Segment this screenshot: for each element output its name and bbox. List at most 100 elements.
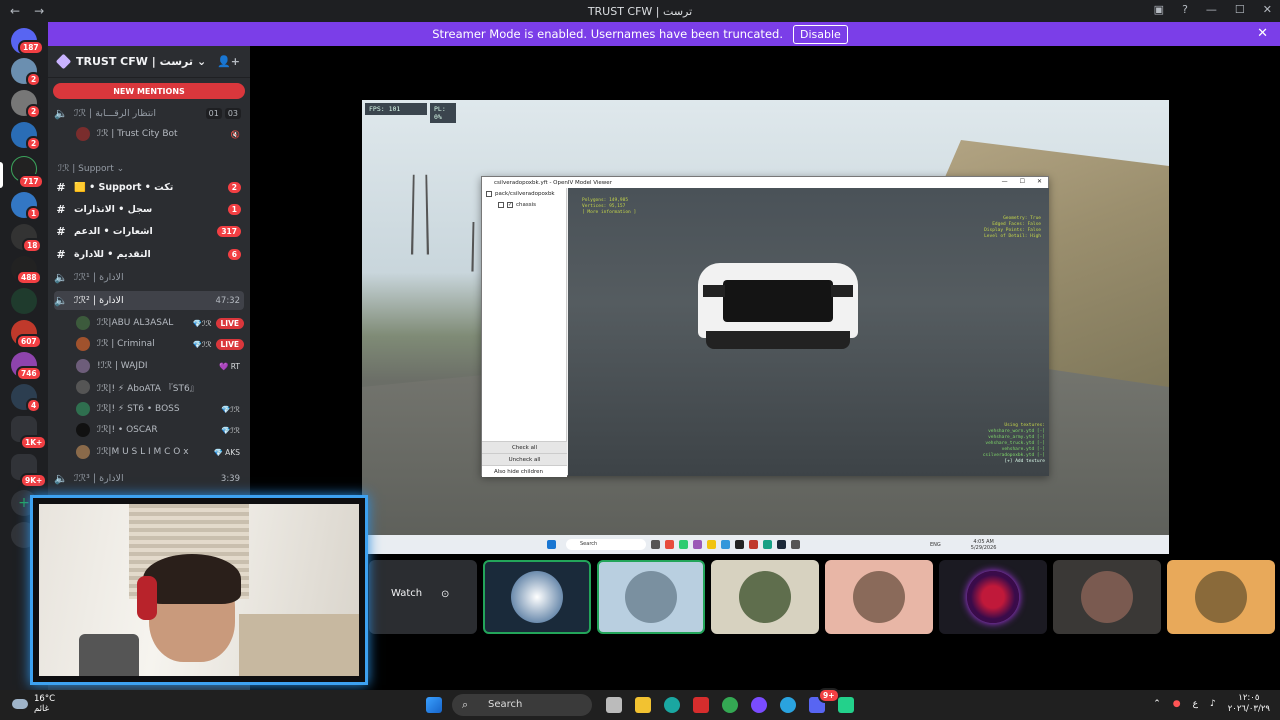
screen-share-icon[interactable]: ⊙ [441, 589, 449, 600]
channel-name: 🟨 • Support • تكت [74, 182, 174, 193]
option-line[interactable]: Level of Detail: High [984, 234, 1041, 240]
server-header[interactable]: TRUST CFW | ترست ⌄ 👤+ [48, 46, 250, 78]
app-icon[interactable] [693, 697, 709, 713]
microphone-icon[interactable]: ● [1173, 699, 1181, 709]
voice-member[interactable]: ℐℛ|! ⚡ AboATA 『ST6』 [76, 378, 244, 396]
avatar [76, 445, 90, 459]
user-count: 01 [205, 108, 222, 119]
more-info-link[interactable]: [ More information ] [582, 210, 636, 216]
channel-warnings[interactable]: # سجل • الانذارات 1 [54, 200, 244, 219]
edge-icon[interactable] [664, 697, 680, 713]
banner-close-icon[interactable]: ✕ [1257, 26, 1268, 41]
add-texture-link[interactable]: [+] Add texture [983, 459, 1045, 465]
forward-button[interactable]: → [34, 4, 44, 18]
category-support[interactable]: ℐℛ | Support ⌄ [58, 164, 124, 174]
viewport-3d[interactable]: Polygons: 149,985 Vertices: 95,157 [ Mor… [568, 188, 1049, 476]
uncheck-all-button[interactable]: Uncheck all [482, 453, 567, 465]
file-explorer-icon[interactable] [635, 697, 651, 713]
tree-node[interactable]: ✓ chassis [482, 200, 566, 210]
hide-children-checkbox[interactable]: Also hide children [482, 465, 567, 477]
stream-lang: ENG [930, 541, 941, 548]
channel-support-notifications[interactable]: # اشعارات • الدعم 317 [54, 222, 244, 241]
maximize-button[interactable]: ☐ [1235, 3, 1245, 16]
back-button[interactable]: ← [10, 4, 20, 18]
rail-badge: 187 [18, 40, 44, 55]
streamer-mode-banner: Streamer Mode is enabled. Usernames have… [0, 22, 1280, 46]
role-tag: 💎 AKS [213, 447, 240, 457]
participant-tile[interactable] [939, 560, 1047, 634]
channel-name: ℐℛ¹ | الادارة [74, 272, 124, 283]
voice-channel-admin-1[interactable]: 🔈 ℐℛ¹ | الادارة [54, 268, 244, 287]
voice-member[interactable]: ℐℛ|ABU AL3ASAL 💎ℐℛ LIVE [76, 314, 244, 332]
watch-stream-tile[interactable]: Watch ⊙ [369, 560, 477, 634]
voice-member[interactable]: ℐℛ|! ⚡ ST6 • BOSS 💎ℐℛ [76, 400, 244, 418]
mention-count: 6 [227, 249, 241, 260]
chevron-up-icon[interactable]: ⌃ [1153, 699, 1161, 709]
language-indicator[interactable]: ع [1193, 699, 1198, 709]
minimize-button[interactable]: — [1206, 3, 1217, 16]
tree-root[interactable]: pack/csilveradopoxbk [482, 188, 566, 200]
app-icon [777, 540, 786, 549]
voice-channel-waiting[interactable]: 🔈 ℐℛ | انتظار الرقـــابة 01 03 [54, 104, 244, 123]
channel-support-ticket[interactable]: # 🟨 • Support • تكت 2 [54, 178, 244, 197]
channel-timer: 3:39 [220, 473, 240, 484]
voice-member[interactable]: ℐℛ | Trust City Bot 🔇 [76, 125, 244, 143]
server-icon[interactable] [11, 288, 37, 314]
voice-member[interactable]: ℐℛ|M U S L I M C O x 💎 AKS [76, 443, 244, 461]
app-icon[interactable] [838, 697, 854, 713]
voice-channel-admin-2[interactable]: 🔈 ℐℛ² | الادارة 47:32 [54, 291, 244, 310]
weather-widget[interactable]: 16°C غائم [12, 694, 55, 714]
check-all-button[interactable]: Check all [482, 441, 567, 453]
model-stats: Polygons: 149,985 Vertices: 95,157 [ Mor… [582, 198, 636, 216]
close-icon[interactable]: ✕ [1037, 178, 1042, 185]
help-icon[interactable]: ? [1182, 3, 1188, 16]
voice-member[interactable]: !ℐℛ | WAJDI 💜 RT [76, 357, 244, 375]
participant-tile[interactable] [825, 560, 933, 634]
checkbox-checked[interactable]: ✓ [507, 202, 513, 208]
telegram-icon[interactable] [780, 697, 796, 713]
hash-icon: # [56, 181, 66, 194]
taskbar-search[interactable]: ⌕ Search [452, 694, 592, 716]
participant-avatar [511, 571, 563, 623]
member-name: ℐℛ|! ⚡ AboATA 『ST6』 [97, 383, 199, 394]
participant-tile[interactable] [483, 560, 591, 634]
channel-admin-apply[interactable]: # التقديم • للادارة 6 [54, 245, 244, 264]
participant-tile[interactable] [597, 560, 705, 634]
clock-date: ٢٠٢٦/٠٣/٢٩ [1227, 704, 1270, 714]
minimize-icon[interactable]: — [1002, 178, 1008, 185]
member-name: ℐℛ | Trust City Bot [97, 129, 178, 139]
chrome-icon[interactable] [722, 697, 738, 713]
checkbox[interactable] [486, 191, 492, 197]
app-icon[interactable] [751, 697, 767, 713]
maximize-icon[interactable]: ☐ [1020, 178, 1025, 185]
voice-member[interactable]: ℐℛ | Criminal 💎ℐℛ LIVE [76, 335, 244, 353]
inbox-icon[interactable]: ▣ [1154, 3, 1164, 16]
avatar [76, 359, 90, 373]
volume-icon[interactable]: ♪ [1210, 699, 1216, 709]
participant-tile[interactable] [1053, 560, 1161, 634]
voice-member[interactable]: ℐℛ|! • OSCAR 💎ℐℛ [76, 421, 244, 439]
headset [137, 576, 157, 620]
add-member-icon[interactable]: 👤+ [217, 55, 240, 68]
role-tag: 💎ℐℛ [192, 339, 212, 349]
avatar [76, 127, 90, 141]
windows-start-icon[interactable] [426, 697, 442, 713]
disable-button[interactable]: Disable [792, 24, 848, 44]
truck-grille [723, 280, 833, 322]
participant-tile[interactable] [1167, 560, 1275, 634]
rail-badge: 9K+ [20, 473, 48, 488]
app-icon [721, 540, 730, 549]
clock[interactable]: ١٢:٠٥ ٢٠٢٦/٠٣/٢٩ [1228, 693, 1270, 715]
expand-icon[interactable] [498, 202, 504, 208]
voice-channel-admin-3[interactable]: 🔈 ℐℛ³ | الادارة 3:39 [54, 469, 244, 488]
watch-button[interactable]: Watch [391, 588, 422, 599]
close-button[interactable]: ✕ [1263, 3, 1272, 16]
server-name: TRUST CFW | ترست [76, 55, 193, 68]
member-name: ℐℛ|M U S L I M C O x [97, 447, 189, 457]
discord-badge: 9+ [818, 688, 840, 703]
channel-timer: 47:32 [215, 295, 241, 306]
new-mentions-pill[interactable]: NEW MENTIONS [53, 83, 245, 99]
participant-tile[interactable] [711, 560, 819, 634]
task-view-icon[interactable] [606, 697, 622, 713]
temperature: 16°C [34, 694, 56, 704]
